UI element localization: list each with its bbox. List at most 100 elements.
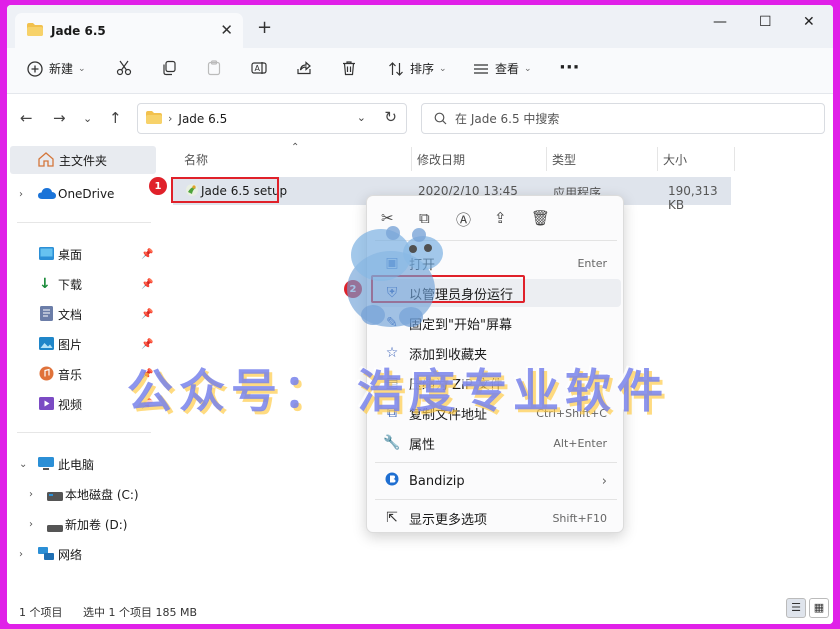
shortcut-label: Shift+F10: [552, 511, 607, 525]
submenu-chevron-icon: ›: [601, 473, 607, 489]
sidebar-item-videos[interactable]: 视频 📌: [7, 390, 153, 418]
new-label: 新建: [49, 62, 74, 76]
copy-button[interactable]: [161, 60, 177, 76]
pin-icon[interactable]: 📌: [141, 369, 153, 380]
refresh-icon[interactable]: ↻: [384, 108, 397, 126]
share-icon[interactable]: ⇪: [494, 209, 507, 227]
pin-icon[interactable]: 📌: [141, 339, 153, 350]
sidebar-item-onedrive[interactable]: › OneDrive: [7, 180, 153, 208]
svg-text:A: A: [255, 64, 261, 73]
share-button[interactable]: [296, 60, 312, 76]
expand-chevron-icon[interactable]: ›: [29, 519, 33, 530]
pin-icon[interactable]: 📌: [141, 249, 153, 260]
shortcut-label: Enter: [577, 256, 607, 270]
open-icon: ▣: [385, 255, 399, 271]
view-button[interactable]: 查看 ⌄: [473, 60, 532, 77]
collapse-chevron-icon[interactable]: ⌄: [19, 459, 27, 470]
rename-button[interactable]: A: [251, 60, 267, 76]
sidebar-item-home[interactable]: 主文件夹: [10, 146, 156, 174]
rename-icon[interactable]: Ⓐ: [456, 209, 471, 230]
pin-icon[interactable]: 📌: [141, 309, 153, 320]
pin-icon[interactable]: 📌: [141, 399, 153, 410]
paste-button[interactable]: [206, 60, 222, 76]
sort-button[interactable]: 排序 ⌄: [388, 60, 447, 77]
view-list-icon: [474, 63, 488, 74]
folder-icon: [27, 22, 43, 39]
address-dropdown-icon[interactable]: ⌄: [357, 111, 366, 124]
menu-item-compress-zip[interactable]: ▤ 压缩为 ZIP 文件: [371, 369, 621, 397]
column-divider[interactable]: [657, 147, 658, 171]
sidebar-item-label: 网络: [58, 547, 83, 562]
cut-icon[interactable]: ✂: [381, 209, 394, 227]
step-badge-1: 1: [149, 177, 167, 195]
drive-icon: [47, 521, 63, 535]
new-button[interactable]: 新建 ⌄: [27, 60, 86, 77]
tab-jade[interactable]: Jade 6.5 ✕: [15, 13, 243, 48]
details-view-icon[interactable]: ☰: [786, 598, 806, 618]
menu-item-open[interactable]: ▣ 打开 Enter: [371, 249, 621, 277]
sidebar-item-desktop[interactable]: 桌面 📌: [7, 240, 153, 268]
sidebar-item-this-pc[interactable]: ⌄ 此电脑: [7, 450, 153, 478]
column-header-size[interactable]: 大小: [663, 151, 687, 168]
delete-button[interactable]: [341, 60, 357, 76]
address-bar[interactable]: › Jade 6.5 ⌄ ↻: [137, 103, 407, 134]
minimize-icon[interactable]: —: [713, 14, 727, 30]
column-divider[interactable]: [411, 147, 412, 171]
tiles-view-icon[interactable]: ▦: [809, 598, 829, 618]
download-icon: ↓: [39, 276, 51, 292]
desktop-icon: [39, 247, 54, 263]
menu-item-more-options[interactable]: ⇱ 显示更多选项 Shift+F10: [371, 504, 621, 532]
search-input[interactable]: 在 Jade 6.5 中搜索: [455, 110, 559, 127]
trash-icon[interactable]: 🗑: [531, 209, 550, 227]
up-arrow-icon[interactable]: ↑: [109, 109, 122, 127]
menu-item-properties[interactable]: 🔧 属性 Alt+Enter: [371, 429, 621, 457]
column-divider[interactable]: [546, 147, 547, 171]
column-header-modified[interactable]: 修改日期: [417, 151, 465, 168]
sidebar-item-documents[interactable]: 文档 📌: [7, 300, 153, 328]
menu-item-label: 添加到收藏夹: [409, 347, 488, 363]
shortcut-label: Alt+Enter: [553, 436, 607, 450]
menu-separator: [375, 462, 617, 463]
rename-icon: A: [251, 62, 267, 74]
sidebar-item-label: 图片: [58, 337, 83, 352]
maximize-icon[interactable]: ☐: [759, 14, 772, 30]
expand-chevron-icon[interactable]: ›: [19, 189, 23, 200]
sidebar-item-local-disk-c[interactable]: › 本地磁盘 (C:): [7, 480, 153, 508]
highlight-box-run-as-admin: [371, 275, 525, 303]
menu-item-bandizip[interactable]: Bandizip ›: [371, 467, 621, 495]
back-arrow-icon[interactable]: ←: [20, 109, 33, 127]
sidebar-item-label: 此电脑: [58, 457, 95, 472]
search-box[interactable]: 在 Jade 6.5 中搜索: [421, 103, 825, 134]
bandizip-icon: [383, 472, 401, 490]
sidebar-item-downloads[interactable]: ↓ 下载 📌: [7, 270, 153, 298]
breadcrumb-jade[interactable]: Jade 6.5: [178, 112, 227, 126]
forward-arrow-icon[interactable]: →: [53, 109, 66, 127]
expand-chevron-icon[interactable]: ›: [29, 489, 33, 500]
menu-item-label: 打开: [409, 257, 436, 273]
recent-chevron-icon[interactable]: ⌄: [83, 112, 92, 125]
expand-chevron-icon[interactable]: ›: [19, 549, 23, 560]
tab-close-icon[interactable]: ✕: [220, 21, 233, 39]
menu-item-add-favorites[interactable]: ☆ 添加到收藏夹: [371, 339, 621, 367]
sidebar-item-new-volume-d[interactable]: › 新加卷 (D:): [7, 510, 153, 538]
copy-icon[interactable]: ⧉: [419, 209, 430, 227]
menu-item-copy-path[interactable]: ⧉ 复制文件地址 Ctrl+Shift+C: [371, 399, 621, 427]
cut-button[interactable]: [116, 60, 132, 76]
folder-icon: [146, 110, 162, 127]
column-divider[interactable]: [734, 147, 735, 171]
sidebar-item-pictures[interactable]: 图片 📌: [7, 330, 153, 358]
paste-icon: [207, 60, 221, 76]
cloud-icon: [38, 188, 56, 202]
sidebar-item-music[interactable]: 音乐 📌: [7, 360, 153, 388]
new-tab-icon[interactable]: +: [257, 17, 272, 38]
column-header-name[interactable]: 名称: [184, 151, 208, 168]
more-options-button[interactable]: ···: [559, 57, 580, 78]
column-header-type[interactable]: 类型: [552, 151, 576, 168]
computer-icon: [38, 457, 54, 474]
menu-item-label: 压缩为 ZIP 文件: [409, 377, 503, 393]
menu-item-label: 显示更多选项: [409, 512, 488, 528]
menu-item-pin-start[interactable]: ✎ 固定到"开始"屏幕: [371, 309, 621, 337]
close-window-icon[interactable]: ✕: [803, 14, 815, 30]
sidebar-item-network[interactable]: › 网络: [7, 540, 153, 568]
pin-icon[interactable]: 📌: [141, 279, 153, 290]
